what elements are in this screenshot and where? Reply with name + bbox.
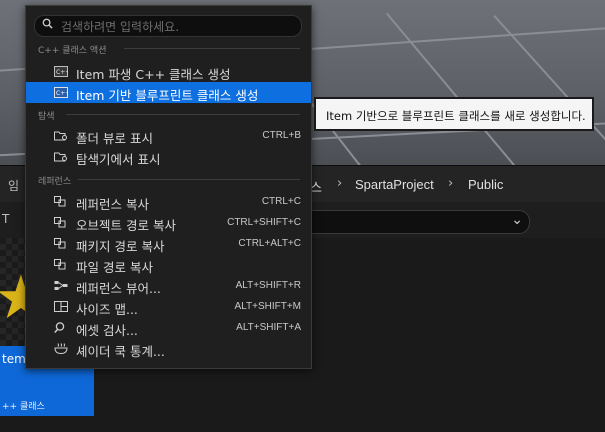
menu-item-shortcut: ALT+SHIFT+R [235,280,301,291]
menu-search-input[interactable]: 검색하려면 입력하세요. [34,15,302,37]
menu-item-copy-object-path[interactable]: 오브젝트 경로 복사 CTRL+SHIFT+C [26,212,311,233]
copy-icon [54,259,66,270]
breadcrumb-folder[interactable]: Public [468,177,503,192]
tooltip-text: Item 기반으로 블루프린트 클래스를 새로 생성합니다. [326,109,586,123]
menu-item-size-map[interactable]: 사이즈 맵... ALT+SHIFT+M [26,296,311,317]
tab-label-partial: 임 [8,179,20,193]
section-header-reference: 레퍼런스 [38,177,72,187]
blueprint-class-icon: C++ [54,87,68,98]
section-divider [124,48,300,49]
copy-icon [54,238,66,249]
menu-item-label: 폴더 뷰로 표시 [76,131,153,146]
section-header-cpp: C++ 클래스 액션 [38,46,107,56]
menu-item-asset-audit[interactable]: 에셋 검사... ALT+SHIFT+A [26,317,311,338]
search-placeholder: 검색하려면 입력하세요. [61,20,180,34]
menu-item-label: 파일 경로 복사 [76,260,153,275]
breadcrumb-project[interactable]: SpartaProject [355,177,434,192]
menu-item-label: 레퍼런스 복사 [76,197,149,212]
folder-search-icon [54,131,67,141]
menu-item-label: 에셋 검사... [76,323,138,338]
menu-item-label: 셰이더 쿡 통계... [76,344,165,359]
size-map-icon [54,301,68,312]
menu-item-reference-viewer[interactable]: 레퍼런스 뷰어... ALT+SHIFT+R [26,275,311,296]
copy-icon [54,196,66,207]
menu-item-show-in-explorer[interactable]: 탐색기에서 표시 [26,146,311,167]
menu-item-copy-reference[interactable]: 레퍼런스 복사 CTRL+C [26,191,311,212]
cpp-class-icon: C++ [54,66,68,77]
svg-text:C++: C++ [56,90,68,97]
menu-item-shortcut: ALT+SHIFT+A [236,322,301,333]
menu-item-label: 레퍼런스 뷰어... [76,281,161,296]
section-divider [78,179,300,180]
floor-grid-line [493,15,605,165]
chevron-right-icon: › [337,176,343,191]
asset-search-input[interactable]: ⌄ [300,210,530,234]
copy-icon [54,217,66,228]
menu-item-shader-cook-stats[interactable]: 셰이더 쿡 통계... [26,338,311,359]
tooltip: Item 기반으로 블루프린트 클래스를 새로 생성합니다. [314,97,594,131]
search-icon [42,18,53,29]
reference-viewer-icon [54,281,68,290]
chevron-down-icon[interactable]: ⌄ [511,212,523,228]
menu-item-label: Item 파생 C++ 클래스 생성 [76,67,231,82]
menu-item-show-in-folder-view[interactable]: 폴더 뷰로 표시 CTRL+B [26,125,311,146]
filter-label-partial: T [2,212,10,226]
section-divider [66,114,300,115]
svg-text:C++: C++ [56,69,68,76]
menu-item-shortcut: CTRL+C [261,196,301,207]
menu-item-shortcut: CTRL+B [262,130,301,141]
menu-item-label: Item 기반 블루프린트 클래스 생성 [76,88,259,103]
asset-class-label: ++ 클래스 [2,402,45,412]
context-menu: 검색하려면 입력하세요. C++ 클래스 액션 C++ Item 파생 C++ … [25,5,312,369]
menu-item-create-cpp-class[interactable]: C++ Item 파생 C++ 클래스 생성 [26,61,311,82]
menu-item-label: 사이즈 맵... [76,302,138,317]
menu-item-shortcut: CTRL+ALT+C [238,238,301,249]
menu-item-copy-package-path[interactable]: 패키지 경로 복사 CTRL+ALT+C [26,233,311,254]
menu-item-shortcut: ALT+SHIFT+M [234,301,302,312]
section-header-explorer: 탐색 [38,112,55,122]
menu-item-label: 탐색기에서 표시 [76,152,161,167]
menu-item-create-blueprint-class[interactable]: C++ Item 기반 블루프린트 클래스 생성 [26,82,311,103]
chevron-right-icon: › [448,176,454,191]
menu-item-label: 오브젝트 경로 복사 [76,218,176,233]
shader-cook-icon [54,343,68,354]
menu-item-copy-file-path[interactable]: 파일 경로 복사 [26,254,311,275]
explorer-folder-icon [54,152,67,162]
menu-item-label: 패키지 경로 복사 [76,239,165,254]
menu-item-shortcut: CTRL+SHIFT+C [227,217,301,228]
asset-audit-icon [54,322,65,333]
asset-name: tem [2,352,26,366]
